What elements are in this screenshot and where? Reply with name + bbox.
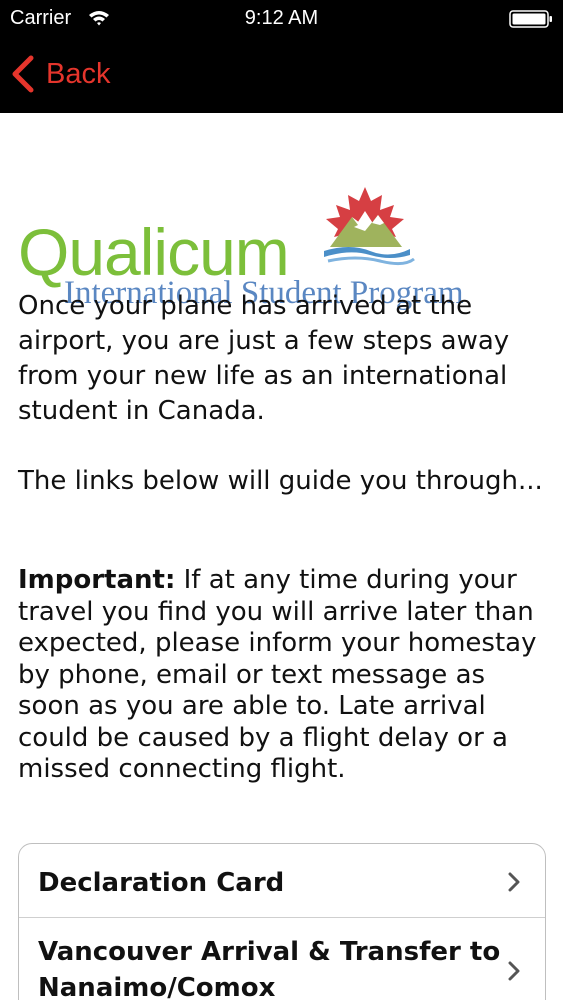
link-label: Vancouver Arrival & Transfer to Nanaimo/… (38, 937, 501, 1000)
content-area: Qualicum International Student Program O… (0, 113, 563, 1000)
important-label: Important: (18, 565, 176, 595)
link-vancouver-arrival[interactable]: Vancouver Arrival & Transfer to Nanaimo/… (19, 918, 545, 1000)
navigation-bar: Back (0, 38, 563, 113)
status-bar: Carrier 9:12 AM (0, 0, 563, 38)
links-list: Declaration Card Vancouver Arrival & Tra… (18, 843, 546, 1000)
important-paragraph: Important: If at any time during your tr… (18, 565, 545, 786)
maple-leaf-mountain-icon (324, 187, 415, 266)
chevron-right-icon (508, 872, 520, 892)
guide-paragraph: The links below will guide you through..… (18, 466, 543, 496)
important-text: If at any time during your travel you fi… (18, 565, 537, 784)
link-declaration-card[interactable]: Declaration Card (19, 844, 545, 918)
battery-icon (509, 10, 552, 28)
link-label: Declaration Card (38, 868, 285, 898)
program-logo: Qualicum International Student Program (14, 149, 549, 310)
back-button[interactable]: Back (10, 52, 110, 96)
chevron-left-icon (12, 55, 34, 93)
intro-paragraph: Once your plane has arrived at the airpo… (18, 291, 510, 426)
status-time: 9:12 AM (244, 7, 319, 29)
chevron-right-icon (508, 961, 520, 981)
back-label: Back (46, 57, 111, 90)
